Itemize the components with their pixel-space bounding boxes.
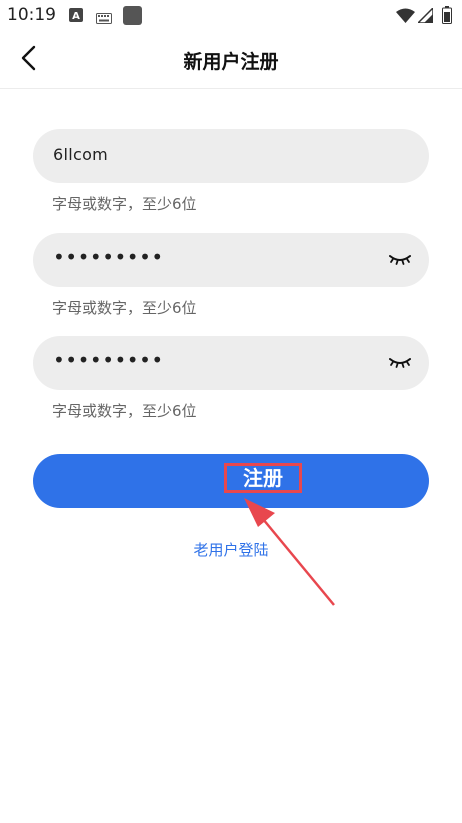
app-square-icon	[123, 6, 142, 29]
keyboard-icon	[96, 9, 112, 28]
confirm-password-field[interactable]: •••••••••	[33, 336, 429, 390]
register-button-label: 注册	[224, 463, 302, 493]
password-field[interactable]: •••••••••	[33, 233, 429, 287]
signal-icon	[416, 6, 434, 27]
username-value: 6llcom	[53, 145, 109, 164]
status-bar: 10:19 A	[0, 0, 462, 32]
username-hint: 字母或数字，至少6位	[52, 195, 197, 213]
battery-icon	[442, 6, 452, 28]
status-time: 10:19	[7, 5, 56, 25]
password-hint: 字母或数字，至少6位	[52, 299, 197, 317]
login-link-label: 老用户登陆	[193, 541, 269, 559]
username-field[interactable]: 6llcom	[33, 129, 429, 183]
wifi-icon	[396, 8, 415, 27]
confirm-password-value: •••••••••	[53, 348, 164, 372]
page-title: 新用户注册	[183, 51, 279, 73]
header: 新用户注册	[0, 32, 462, 89]
eye-closed-icon[interactable]	[389, 252, 411, 271]
svg-text:A: A	[72, 11, 80, 22]
eye-closed-icon[interactable]	[389, 355, 411, 374]
a-badge-icon: A	[69, 7, 83, 26]
password-value: •••••••••	[53, 245, 164, 269]
confirm-password-hint: 字母或数字，至少6位	[52, 402, 197, 420]
login-link[interactable]: 老用户登陆	[0, 539, 462, 560]
register-button[interactable]: 注册	[33, 454, 429, 508]
